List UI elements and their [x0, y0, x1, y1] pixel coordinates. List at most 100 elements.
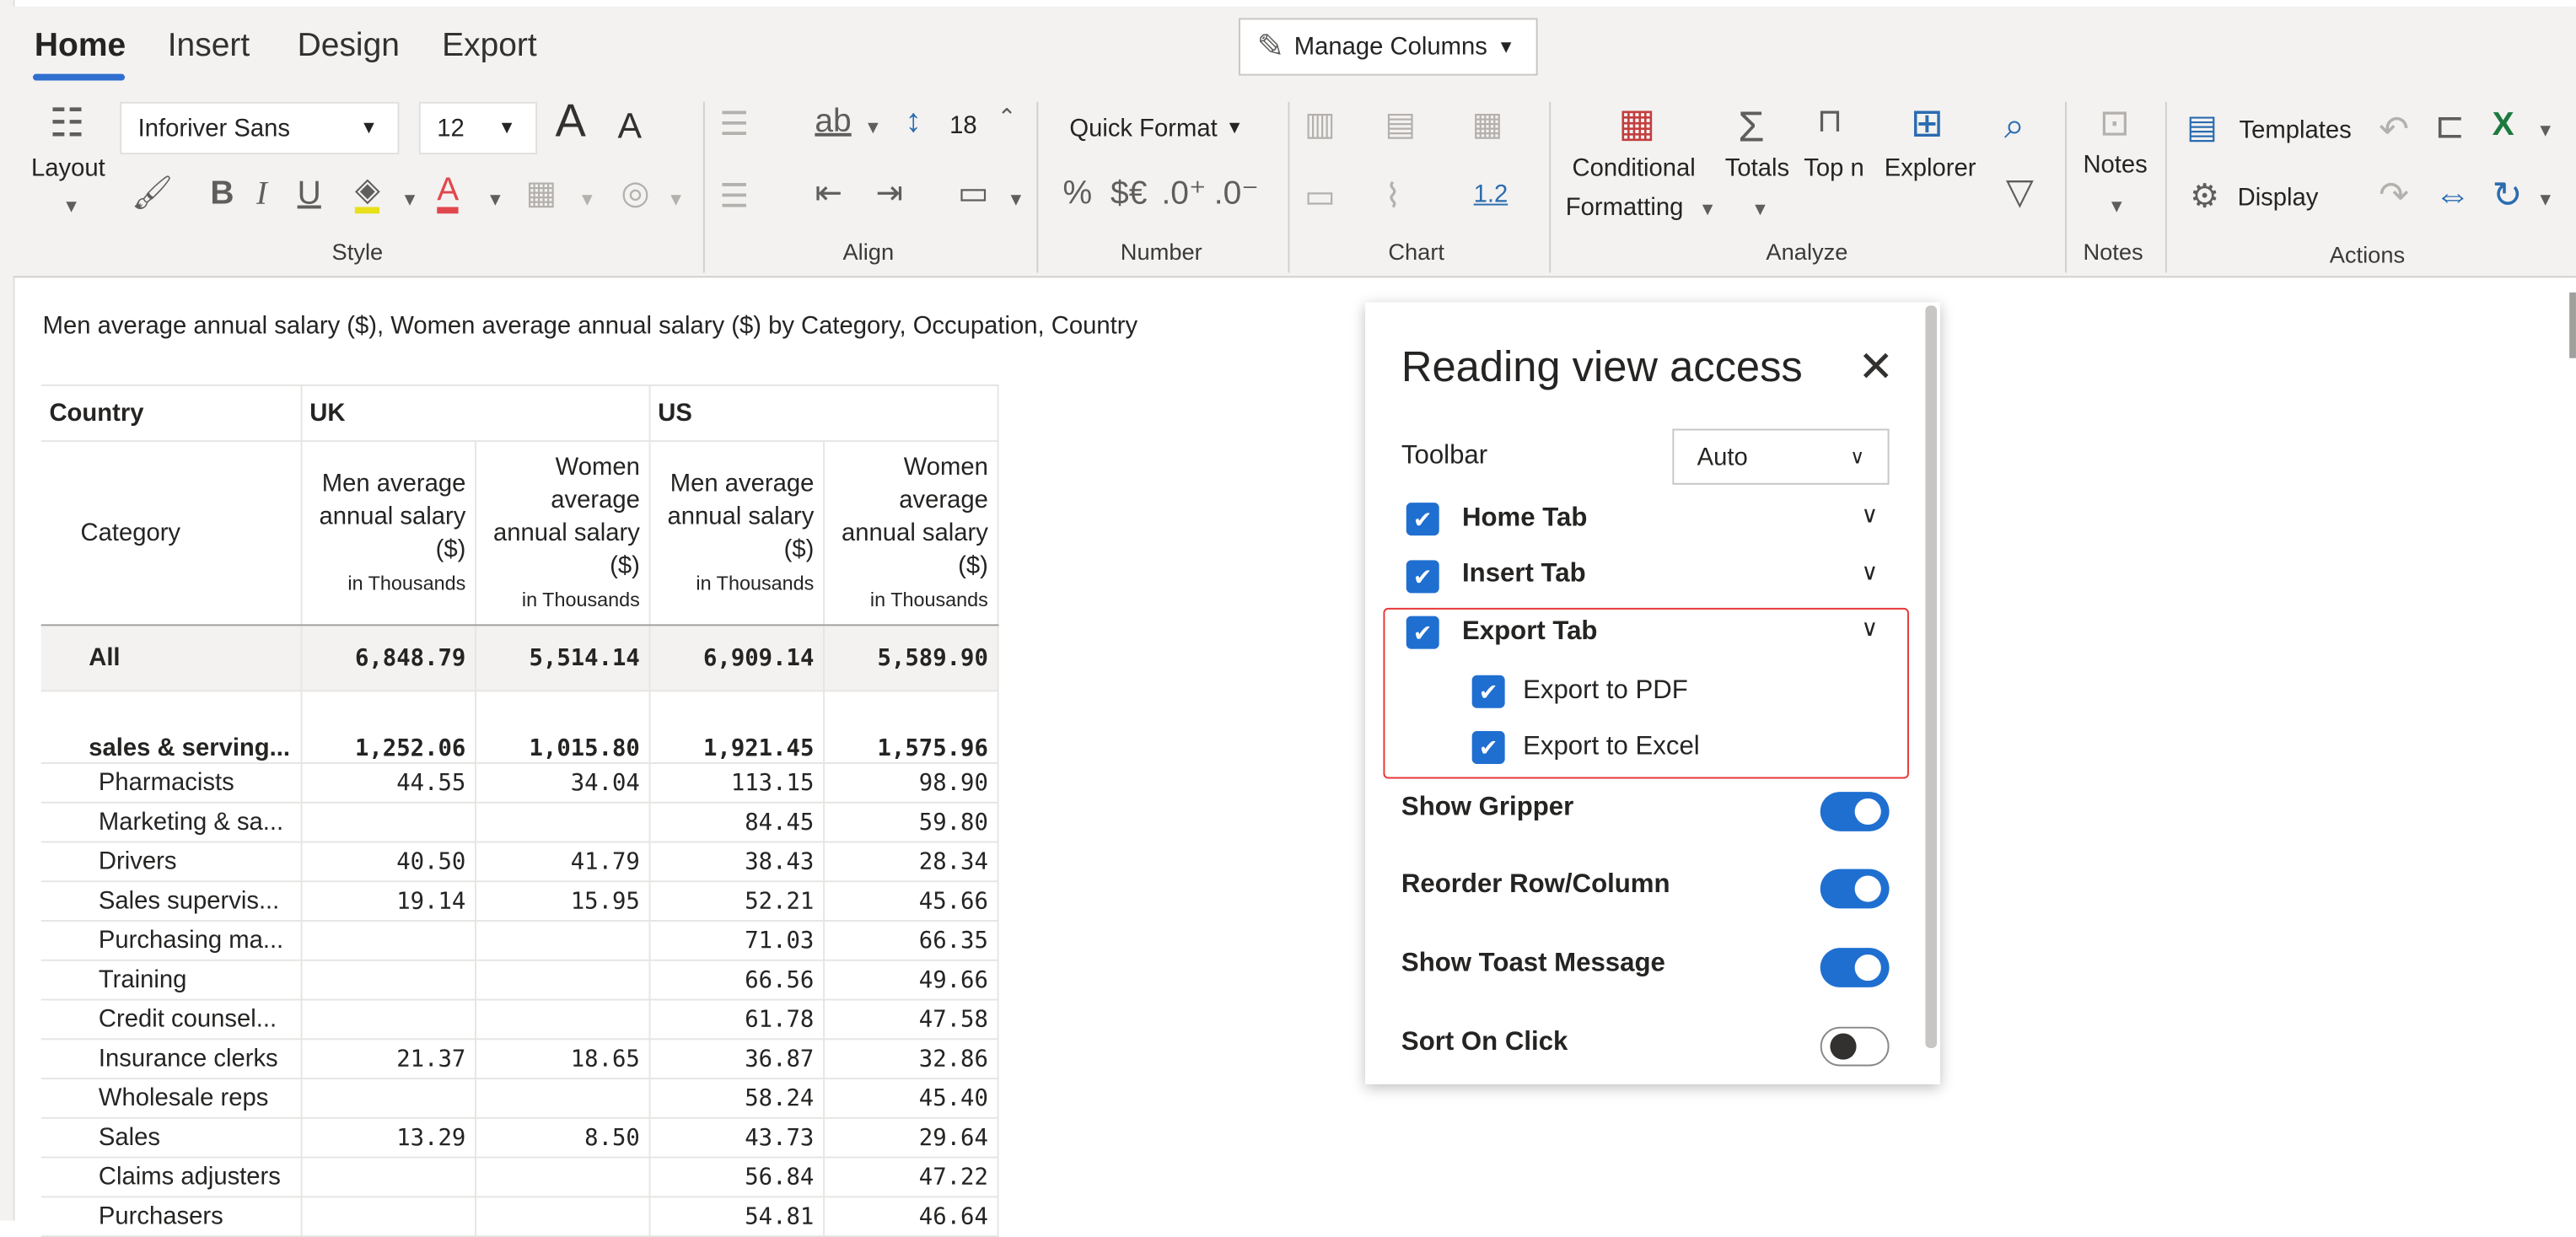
- table-cell[interactable]: [474, 801, 650, 843]
- increase-decimal-icon[interactable]: .0⁺: [1161, 177, 1206, 210]
- chevron-down-icon[interactable]: ▼: [1751, 201, 1769, 220]
- chart-layout-icon[interactable]: ▤: [1385, 109, 1416, 142]
- table-row[interactable]: Drivers 40.50 41.79 38.43 28.34: [40, 841, 998, 883]
- table-row[interactable]: Sales supervis... 19.14 15.95 52.21 45.66: [40, 880, 998, 922]
- table-cell[interactable]: 36.87: [648, 1038, 825, 1080]
- table-cell[interactable]: [474, 1078, 650, 1119]
- table-cell[interactable]: 47.58: [822, 998, 998, 1041]
- table-cell[interactable]: 52.21: [648, 880, 825, 922]
- decrease-font-icon[interactable]: A: [618, 108, 643, 145]
- sort-on-click-toggle[interactable]: [1820, 1026, 1890, 1067]
- category-header[interactable]: Category: [40, 440, 302, 627]
- row-label[interactable]: Insurance clerks: [40, 1038, 302, 1080]
- table-cell[interactable]: 29.64: [822, 1116, 998, 1159]
- font-size-select[interactable]: 12 ▼: [418, 101, 538, 155]
- row-label[interactable]: Purchasers: [40, 1196, 302, 1237]
- export-excel-checkbox[interactable]: ✔: [1471, 730, 1505, 764]
- table-cell[interactable]: 113.15: [648, 762, 825, 804]
- percent-icon[interactable]: %: [1063, 177, 1093, 210]
- row-label[interactable]: All: [40, 624, 302, 692]
- tab-export[interactable]: Export: [442, 28, 537, 66]
- tab-design[interactable]: Design: [298, 28, 400, 66]
- table-cell[interactable]: [474, 959, 650, 1001]
- row-label[interactable]: Pharmacists: [40, 762, 302, 804]
- table-row[interactable]: Sales 13.29 8.50 43.73 29.64: [40, 1116, 998, 1159]
- table-cell[interactable]: [299, 959, 476, 1001]
- indent-icon[interactable]: ⇥: [875, 177, 903, 210]
- border-box-icon[interactable]: ▭: [958, 177, 989, 210]
- notes-icon[interactable]: ⊡: [2100, 105, 2130, 142]
- table-row[interactable]: Claims adjusters 56.84 47.22: [40, 1156, 998, 1198]
- italic-icon[interactable]: I: [256, 177, 267, 210]
- chevron-down-icon[interactable]: ▼: [487, 191, 504, 210]
- stepper-icon[interactable]: ⌃: [998, 105, 1017, 128]
- table-cell[interactable]: 45.40: [822, 1078, 998, 1119]
- chevron-down-icon[interactable]: ▼: [2536, 191, 2554, 210]
- table-cell[interactable]: 5,514.14: [474, 624, 650, 692]
- table-row[interactable]: Purchasing ma... 71.03 66.35: [40, 920, 998, 961]
- row-height-value[interactable]: 18: [949, 111, 977, 139]
- table-cell[interactable]: 49.66: [822, 959, 998, 1001]
- table-cell[interactable]: 43.73: [648, 1116, 825, 1159]
- table-cell[interactable]: 44.55: [299, 762, 476, 804]
- table-cell[interactable]: 32.86: [822, 1038, 998, 1080]
- chevron-down-icon[interactable]: ∨: [1861, 558, 1878, 586]
- templates-icon[interactable]: ▤: [2186, 111, 2218, 144]
- chart-style-icon[interactable]: ▦: [1472, 109, 1503, 142]
- display-label[interactable]: Display: [2238, 184, 2319, 212]
- table-row[interactable]: Purchasers 54.81 46.64: [40, 1196, 998, 1237]
- table-cell[interactable]: 18.65: [474, 1038, 650, 1080]
- measure-header[interactable]: Women average annual salary ($) in Thousands: [474, 440, 650, 627]
- totals-icon[interactable]: Σ: [1738, 105, 1764, 148]
- table-row[interactable]: All 6,848.79 5,514.14 6,909.14 5,589.90: [40, 624, 998, 692]
- country-uk-header[interactable]: UK: [299, 384, 650, 443]
- layout-chevron-icon[interactable]: ▼: [62, 197, 80, 217]
- country-us-header[interactable]: US: [648, 384, 998, 443]
- notes-button-label[interactable]: Notes: [2083, 151, 2147, 179]
- bold-icon[interactable]: B: [210, 177, 234, 210]
- explorer-label[interactable]: Explorer: [1885, 154, 1976, 182]
- table-cell[interactable]: 98.90: [822, 762, 998, 804]
- table-row[interactable]: Marketing & sa... 84.45 59.80: [40, 801, 998, 843]
- decrease-decimal-icon[interactable]: .0⁻: [1214, 177, 1259, 210]
- table-cell[interactable]: [474, 1156, 650, 1198]
- chart-decimal-label[interactable]: 1.2: [1474, 180, 1508, 208]
- table-cell[interactable]: [299, 1196, 476, 1237]
- sparkline-icon[interactable]: ⌇: [1385, 180, 1401, 213]
- table-cell[interactable]: 40.50: [299, 841, 476, 883]
- underline-icon[interactable]: U: [298, 177, 321, 210]
- page-scrollbar[interactable]: [2569, 292, 2576, 358]
- row-label[interactable]: Drivers: [40, 841, 302, 883]
- table-cell[interactable]: 8.50: [474, 1116, 650, 1159]
- visibility-icon[interactable]: ◎: [621, 177, 649, 210]
- table-cell[interactable]: 1,252.06: [299, 690, 476, 764]
- borders-icon[interactable]: ▦: [525, 177, 557, 210]
- chevron-down-icon[interactable]: ∨: [1861, 615, 1878, 643]
- manage-columns-button[interactable]: ✎ Manage Columns ▼: [1239, 18, 1538, 76]
- refresh-icon[interactable]: ↻: [2493, 176, 2523, 213]
- country-header[interactable]: Country: [40, 384, 302, 443]
- show-toast-toggle[interactable]: [1820, 948, 1890, 987]
- table-cell[interactable]: 71.03: [648, 920, 825, 961]
- insert-tab-checkbox[interactable]: ✔: [1406, 560, 1439, 594]
- font-color-icon[interactable]: A: [437, 175, 460, 214]
- reorder-toggle[interactable]: [1820, 869, 1890, 909]
- table-cell[interactable]: 45.66: [822, 880, 998, 922]
- table-cell[interactable]: 13.29: [299, 1116, 476, 1159]
- table-cell[interactable]: 46.64: [822, 1196, 998, 1237]
- font-family-select[interactable]: Inforiver Sans ▼: [120, 101, 400, 155]
- table-cell[interactable]: 38.43: [648, 841, 825, 883]
- table-cell[interactable]: 1,921.45: [648, 690, 825, 764]
- layout-label[interactable]: Layout: [31, 154, 105, 182]
- row-height-icon[interactable]: ↕: [906, 105, 922, 138]
- ruler-icon[interactable]: ⊏: [2434, 108, 2465, 145]
- row-label[interactable]: Credit counsel...: [40, 998, 302, 1041]
- table-cell[interactable]: 56.84: [648, 1156, 825, 1198]
- measure-header[interactable]: Men average annual salary ($) in Thousands: [299, 440, 476, 627]
- conditional-formatting-icon[interactable]: ▦: [1618, 105, 1655, 145]
- row-label[interactable]: Sales: [40, 1116, 302, 1159]
- table-cell[interactable]: 41.79: [474, 841, 650, 883]
- table-cell[interactable]: [299, 998, 476, 1041]
- chevron-down-icon[interactable]: ▼: [401, 191, 418, 210]
- templates-label[interactable]: Templates: [2240, 116, 2352, 144]
